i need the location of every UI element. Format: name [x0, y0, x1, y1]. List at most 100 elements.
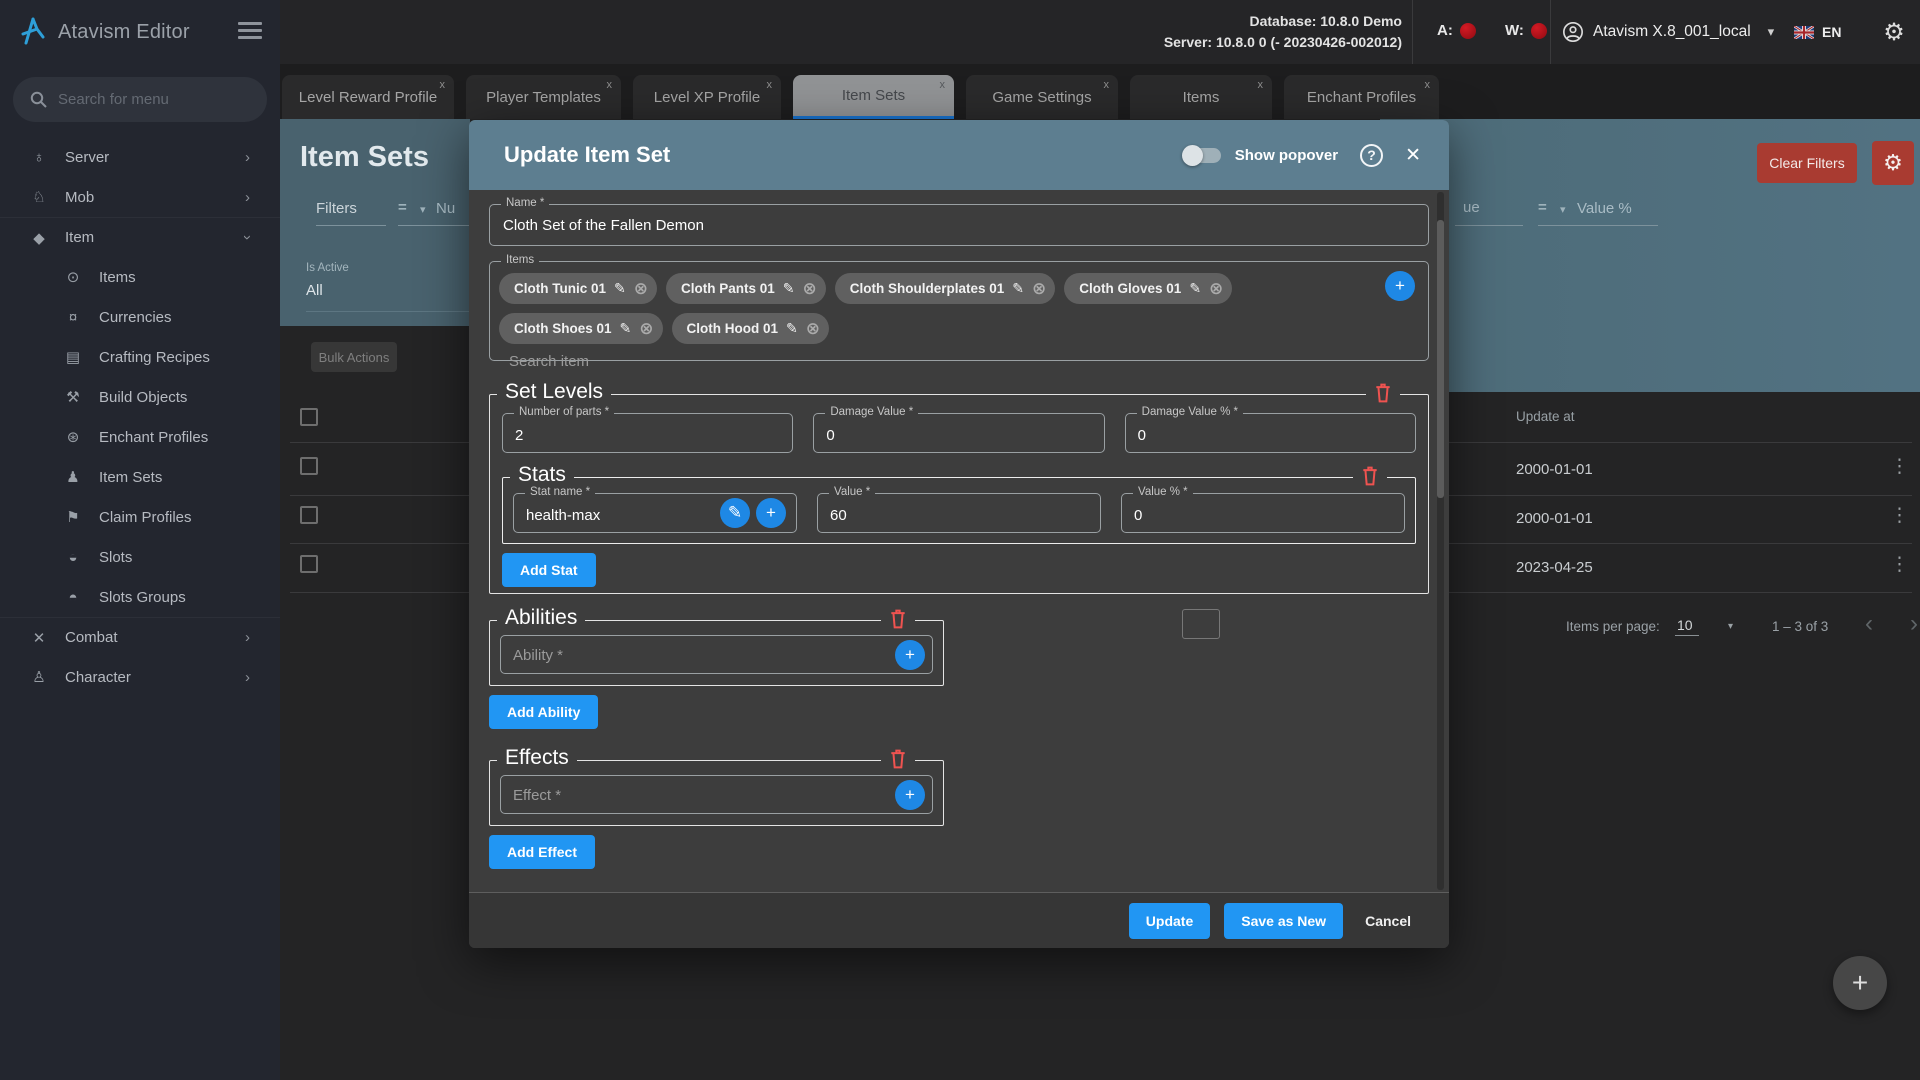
item-chip[interactable]: Cloth Gloves 01 ✎ ⊗ — [1064, 273, 1233, 304]
effect-field[interactable]: + — [500, 775, 933, 814]
tab-close-icon[interactable]: x — [440, 79, 446, 91]
sidebar-item-server[interactable]: ♁ Server › — [0, 137, 280, 177]
sidebar-item-crafting-recipes[interactable]: ▤ Crafting Recipes — [0, 337, 280, 377]
item-chip[interactable]: Cloth Shoulderplates 01 ✎ ⊗ — [834, 273, 1056, 304]
item-chip[interactable]: Cloth Tunic 01 ✎ ⊗ — [499, 273, 657, 304]
save-as-new-button[interactable]: Save as New — [1224, 902, 1344, 939]
edit-pencil-icon[interactable]: ✎ — [620, 320, 632, 337]
stat-value-field[interactable]: Value * — [817, 486, 1101, 533]
pick-stat-button[interactable]: + — [756, 498, 786, 528]
edit-pencil-icon[interactable]: ✎ — [1012, 280, 1024, 297]
damage-value-pct-field[interactable]: Damage Value % * — [1124, 406, 1416, 453]
row-checkbox[interactable] — [300, 457, 318, 475]
next-page-icon[interactable]: › — [1910, 610, 1918, 638]
menu-toggle-icon[interactable] — [238, 22, 262, 42]
remove-chip-icon[interactable]: ⊗ — [803, 280, 817, 297]
damage-value-field[interactable]: Damage Value * — [813, 406, 1105, 453]
column-header-update-at[interactable]: Update at — [1516, 409, 1575, 424]
sidebar-search[interactable] — [13, 77, 267, 122]
stat-value-pct-field[interactable]: Value % * — [1121, 486, 1405, 533]
ability-input[interactable] — [513, 647, 900, 664]
stat-value-pct-input[interactable] — [1134, 507, 1380, 524]
clear-filters-button[interactable]: Clear Filters — [1757, 143, 1857, 183]
remove-chip-icon[interactable]: ⊗ — [639, 320, 653, 337]
sidebar-item-claim-profiles[interactable]: ⚑ Claim Profiles — [0, 497, 280, 537]
scrollbar-thumb[interactable] — [1437, 220, 1444, 498]
dialog-scrollbar[interactable] — [1437, 192, 1444, 890]
sidebar-item-character[interactable]: ♙ Character › — [0, 657, 280, 697]
sidebar-item-item[interactable]: ◆ Item › — [0, 217, 280, 257]
item-chip[interactable]: Cloth Pants 01 ✎ ⊗ — [666, 273, 826, 304]
add-item-set-fab[interactable]: + — [1833, 956, 1887, 1010]
edit-pencil-icon[interactable]: ✎ — [783, 280, 795, 297]
add-effect-button[interactable]: Add Effect — [489, 835, 595, 869]
tab-items[interactable]: Items x — [1130, 75, 1272, 119]
is-active-select[interactable]: All — [306, 282, 323, 299]
ability-field[interactable]: + — [500, 635, 933, 674]
sidebar-item-currencies[interactable]: ¤ Currencies — [0, 297, 280, 337]
sidebar-item-item-sets[interactable]: ♟ Item Sets — [0, 457, 280, 497]
pick-ability-button[interactable]: + — [895, 640, 925, 670]
tab-level-xp-profile[interactable]: Level XP Profile x — [633, 75, 781, 119]
filter-dropdown-icon[interactable]: ▾ — [1560, 203, 1566, 216]
name-input[interactable] — [503, 217, 1370, 234]
remove-chip-icon[interactable]: ⊗ — [806, 320, 820, 337]
sidebar-item-slots[interactable]: ◒ Slots — [0, 537, 280, 577]
update-button[interactable]: Update — [1128, 902, 1211, 939]
page-size-dropdown-icon[interactable]: ▾ — [1728, 621, 1733, 632]
add-item-button[interactable]: + — [1385, 271, 1415, 301]
sidebar-item-enchant-profiles[interactable]: ⊛ Enchant Profiles — [0, 417, 280, 457]
help-icon[interactable]: ? — [1360, 143, 1384, 167]
toggle-knob[interactable] — [1181, 144, 1203, 166]
filter-value-pct-label[interactable]: Value % — [1577, 200, 1632, 217]
settings-gear-icon[interactable]: ⚙ — [1872, 0, 1916, 64]
show-popover-toggle[interactable] — [1181, 144, 1221, 166]
remove-chip-icon[interactable]: ⊗ — [1032, 280, 1046, 297]
row-checkbox[interactable] — [300, 506, 318, 524]
filter-field-fragment[interactable]: Nu — [436, 200, 455, 217]
row-menu-kebab-icon[interactable]: ⋮ — [1890, 457, 1909, 476]
add-ability-button[interactable]: Add Ability — [489, 695, 599, 729]
stat-name-field[interactable]: Stat name * ✎ + — [513, 486, 797, 533]
tab-close-icon[interactable]: x — [1425, 79, 1431, 91]
filter-dropdown-icon[interactable]: ▾ — [420, 203, 426, 216]
row-checkbox[interactable] — [300, 555, 318, 573]
search-item-input[interactable] — [509, 353, 1339, 370]
edit-pencil-icon[interactable]: ✎ — [1189, 280, 1201, 297]
sidebar-item-items[interactable]: ⊙ Items — [0, 257, 280, 297]
edit-pencil-icon[interactable]: ✎ — [786, 320, 798, 337]
delete-effect-trash-icon[interactable] — [881, 748, 915, 770]
tab-item-sets[interactable]: Item Sets x — [793, 75, 954, 119]
stat-name-input[interactable] — [526, 507, 681, 524]
row-menu-kebab-icon[interactable]: ⋮ — [1890, 506, 1909, 525]
select-all-checkbox[interactable] — [300, 408, 318, 426]
remove-chip-icon[interactable]: ⊗ — [634, 280, 648, 297]
sidebar-item-mob[interactable]: ♘ Mob › — [0, 177, 280, 217]
previous-page-icon[interactable]: ‹ — [1865, 610, 1873, 638]
page-size-select[interactable]: 10 — [1675, 617, 1699, 636]
item-chip[interactable]: Cloth Hood 01 ✎ ⊗ — [671, 313, 829, 344]
sidebar-item-build-objects[interactable]: ⚒ Build Objects — [0, 377, 280, 417]
sidebar-item-combat[interactable]: ✕ Combat › — [0, 617, 280, 657]
pick-effect-button[interactable]: + — [895, 780, 925, 810]
damage-value-input[interactable] — [826, 427, 1079, 444]
filter-operator[interactable]: = — [1538, 199, 1547, 216]
effect-input[interactable] — [513, 787, 900, 804]
name-field[interactable]: Name * — [489, 197, 1429, 246]
filter-field-fragment[interactable]: ue — [1463, 199, 1480, 216]
remove-chip-icon[interactable]: ⊗ — [1209, 280, 1223, 297]
tab-close-icon[interactable]: x — [767, 79, 773, 91]
edit-stat-button[interactable]: ✎ — [720, 498, 750, 528]
close-icon[interactable]: ✕ — [1405, 144, 1421, 167]
item-chip[interactable]: Cloth Shoes 01 ✎ ⊗ — [499, 313, 663, 344]
add-stat-button[interactable]: Add Stat — [502, 553, 596, 587]
search-input[interactable] — [58, 91, 243, 108]
delete-set-level-trash-icon[interactable] — [1366, 382, 1400, 404]
tab-level-reward-profile[interactable]: Level Reward Profile x — [282, 75, 454, 119]
tab-player-templates[interactable]: Player Templates x — [466, 75, 621, 119]
number-of-parts-input[interactable] — [515, 427, 768, 444]
tab-enchant-profiles[interactable]: Enchant Profiles x — [1284, 75, 1439, 119]
damage-value-pct-input[interactable] — [1137, 427, 1390, 444]
bulk-actions-button[interactable]: Bulk Actions — [311, 342, 397, 372]
table-settings-gear-icon[interactable]: ⚙ — [1872, 141, 1914, 185]
